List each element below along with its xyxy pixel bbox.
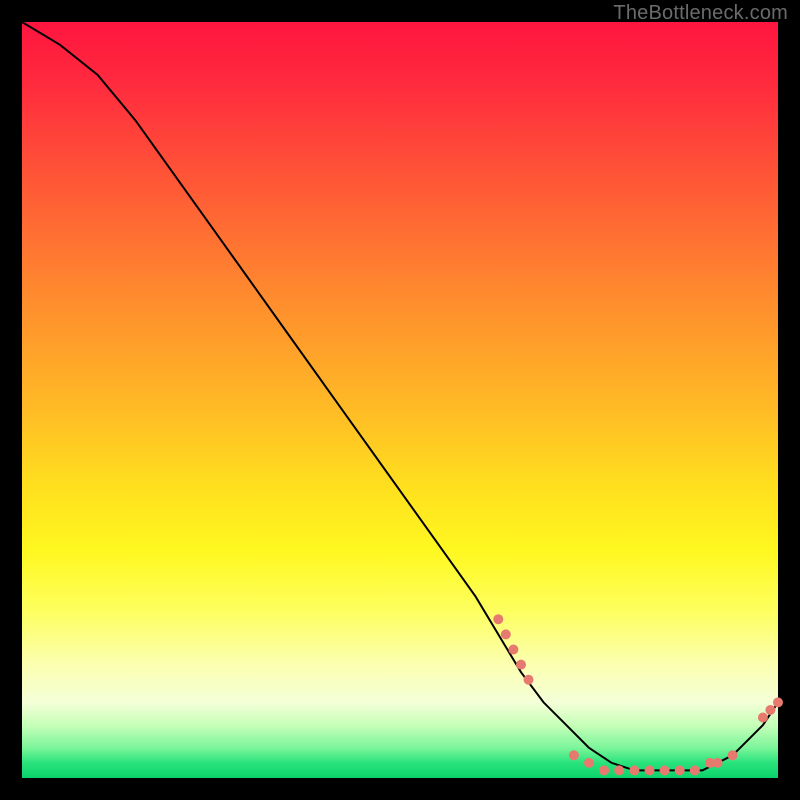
watermark-text: TheBottleneck.com: [613, 2, 788, 25]
data-point: [501, 629, 511, 639]
data-point: [728, 750, 738, 760]
data-point: [516, 660, 526, 670]
data-point: [645, 765, 655, 775]
data-point: [758, 713, 768, 723]
chart-svg: [22, 22, 778, 778]
data-point: [690, 765, 700, 775]
data-point: [773, 697, 783, 707]
data-point: [660, 765, 670, 775]
data-point: [584, 758, 594, 768]
data-point: [614, 765, 624, 775]
data-point: [713, 758, 723, 768]
plot-area: [22, 22, 778, 778]
data-point: [524, 675, 534, 685]
data-point: [508, 645, 518, 655]
series-curve: [22, 22, 778, 770]
data-point: [493, 614, 503, 624]
chart-frame: TheBottleneck.com: [0, 0, 800, 800]
data-point: [675, 765, 685, 775]
data-point: [765, 705, 775, 715]
data-point: [629, 765, 639, 775]
data-point: [569, 750, 579, 760]
data-point: [599, 765, 609, 775]
